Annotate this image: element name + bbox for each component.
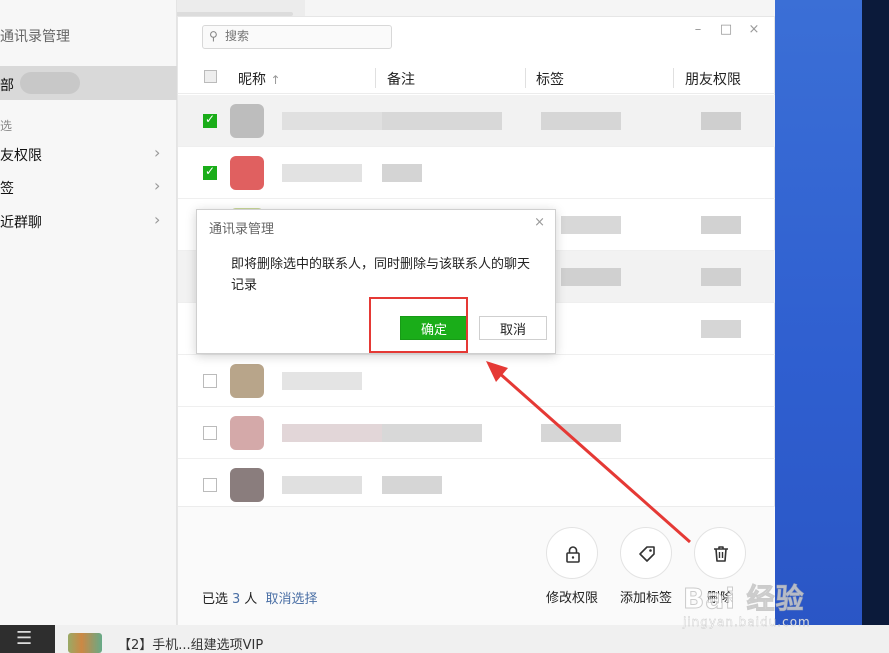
menu-button[interactable]: ☰: [0, 625, 55, 653]
taskbar-chat-text: 【2】手机...组建选项VIP: [118, 638, 264, 653]
annotation-arrow: [486, 361, 691, 544]
watermark-url: jingyan.baidu.com: [683, 615, 811, 629]
baidu-watermark: Bai 经验 jingyan.baidu.com: [683, 577, 853, 637]
watermark-logo: Bai 经验: [683, 582, 805, 616]
menu-icon: ☰: [16, 628, 33, 649]
chat-thumbnail: [68, 633, 102, 653]
